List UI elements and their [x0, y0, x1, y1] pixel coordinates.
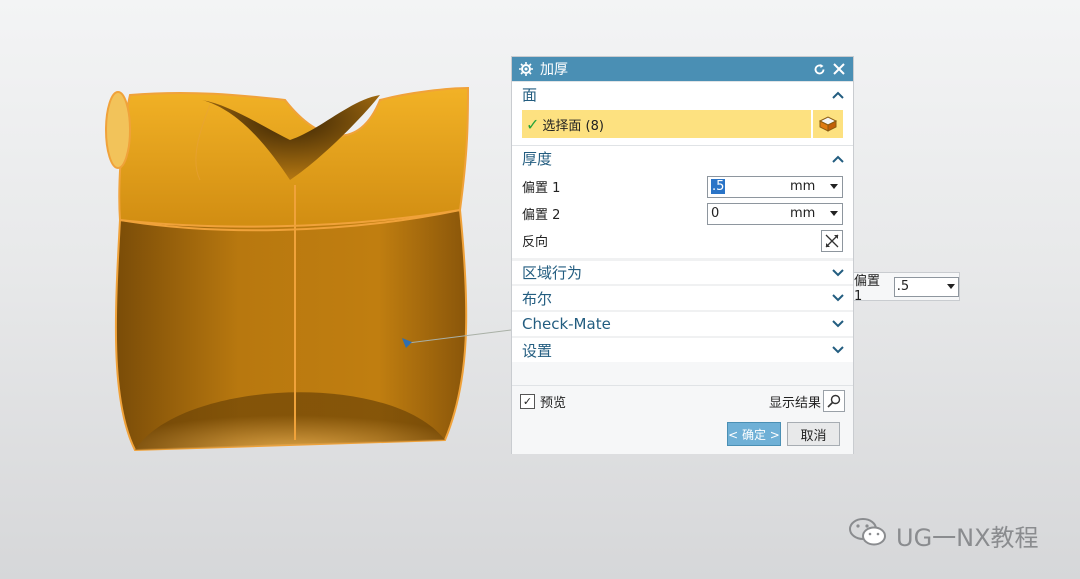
gear-icon[interactable] — [518, 61, 534, 77]
section-boolean-label: 布尔 — [522, 289, 553, 308]
show-result-label: 显示结果 — [768, 395, 821, 411]
offset2-input[interactable]: 0 mm — [707, 202, 843, 225]
preview-checkbox[interactable]: ✓ — [520, 394, 535, 409]
offset2-row: 偏置 2 0 mm — [522, 200, 843, 227]
dropdown-arrow-icon[interactable] — [826, 211, 842, 216]
preview-checkbox-row[interactable]: ✓ 预览 — [520, 392, 566, 411]
offset1-unit: mm — [790, 179, 816, 194]
chevron-up-icon[interactable] — [831, 88, 845, 102]
section-face-header[interactable]: 面 — [512, 81, 853, 107]
select-face-row[interactable]: ✓ 选择面 (8) — [522, 109, 843, 139]
section-thickness-body: 偏置 1 .5 mm 偏置 2 0 mm 反向 — [512, 171, 853, 258]
chevron-down-icon[interactable] — [831, 317, 845, 331]
watermark-text: UG一NX教程 — [896, 523, 1039, 552]
section-checkmate-header[interactable]: Check-Mate — [512, 310, 853, 336]
section-face-body: ✓ 选择面 (8) — [512, 107, 853, 145]
preview-label: 预览 — [540, 396, 567, 411]
select-face-field[interactable]: ✓ 选择面 (8) — [522, 110, 811, 138]
offset1-label: 偏置 1 — [522, 181, 561, 196]
watermark: UG一NX教程 — [848, 516, 1039, 554]
dialog-footer: ✓ 预览 显示结果 < 确定 > 取消 — [512, 385, 853, 454]
offset1-value[interactable]: .5 — [708, 179, 790, 194]
select-face-text: 选择面 (8) — [542, 118, 604, 134]
section-checkmate-label: Check-Mate — [522, 315, 611, 333]
thicken-dialog: 加厚 面 ✓ 选择面 (8) 厚度 偏置 1 .5 mm 偏置 2 0 mm 反… — [511, 56, 854, 454]
floating-offset-label: 偏置 1 — [854, 273, 881, 304]
reverse-row: 反向 — [522, 227, 843, 254]
offset2-unit: mm — [790, 206, 816, 221]
magnifier-icon[interactable] — [823, 390, 845, 412]
reverse-label: 反向 — [522, 235, 549, 250]
reset-icon[interactable] — [811, 61, 827, 77]
offset2-label: 偏置 2 — [522, 208, 561, 223]
dropdown-arrow-icon[interactable] — [944, 284, 958, 289]
section-region-label: 区域行为 — [522, 264, 583, 282]
wechat-icon — [848, 516, 888, 554]
chevron-down-icon[interactable] — [831, 291, 845, 305]
dialog-titlebar[interactable]: 加厚 — [512, 57, 853, 81]
dropdown-arrow-icon[interactable] — [826, 184, 842, 189]
section-thickness-label: 厚度 — [522, 150, 553, 168]
offset1-row: 偏置 1 .5 mm — [522, 173, 843, 200]
chevron-up-icon[interactable] — [831, 152, 845, 166]
section-boolean-header[interactable]: 布尔 — [512, 284, 853, 310]
ok-button[interactable]: < 确定 > — [727, 422, 781, 446]
chevron-down-icon[interactable] — [831, 266, 845, 280]
checkmark-icon: ✓ — [526, 114, 540, 134]
floating-offset-value[interactable]: .5 — [895, 279, 944, 294]
offset1-input[interactable]: .5 mm — [707, 175, 843, 198]
section-region-header[interactable]: 区域行为 — [512, 258, 853, 284]
section-settings-header[interactable]: 设置 — [512, 336, 853, 362]
face-select-icon[interactable] — [813, 110, 843, 138]
offset2-value[interactable]: 0 — [708, 206, 790, 221]
section-settings-label: 设置 — [522, 341, 553, 360]
cancel-button[interactable]: 取消 — [787, 422, 840, 446]
dialog-title: 加厚 — [540, 62, 568, 78]
close-icon[interactable] — [831, 61, 847, 77]
show-result-row[interactable]: 显示结果 — [769, 390, 845, 412]
floating-offset-input: 偏置 1 .5 — [850, 272, 960, 304]
chevron-down-icon[interactable] — [831, 343, 845, 357]
reverse-direction-icon[interactable] — [821, 229, 843, 252]
floating-offset-field[interactable]: .5 — [893, 276, 959, 297]
section-thickness-header[interactable]: 厚度 — [512, 145, 853, 171]
section-face-label: 面 — [522, 86, 538, 104]
